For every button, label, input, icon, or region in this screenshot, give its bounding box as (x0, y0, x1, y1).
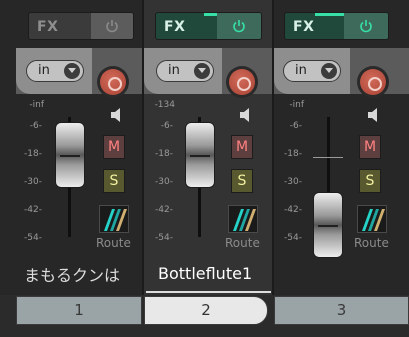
scale-label: -42- (155, 205, 173, 215)
input-select-1[interactable]: in (26, 60, 84, 82)
mute-button-1[interactable]: M (103, 135, 125, 159)
chevron-down-icon (321, 63, 337, 79)
route-button-2[interactable] (228, 205, 258, 233)
scale-label: -18- (155, 149, 173, 159)
route-label: Route (96, 236, 131, 250)
speaker-icon[interactable] (237, 105, 257, 125)
power-icon (106, 20, 118, 33)
scale-label: -inf (29, 100, 44, 110)
route-label: Route (225, 236, 260, 250)
scale-label: -30- (155, 177, 173, 187)
input-select-2[interactable]: in (156, 60, 214, 82)
scale-label: -54- (284, 233, 302, 243)
strip-divider (142, 0, 144, 295)
record-arm-button-2[interactable] (226, 66, 258, 98)
fx-label: FX (293, 19, 315, 35)
scale-label: -18- (24, 149, 42, 159)
mute-button-2[interactable]: M (231, 135, 253, 159)
scale-label: -54- (24, 233, 42, 243)
track-name-1[interactable]: まもるクンは (24, 262, 120, 286)
input-select-value: in (38, 63, 50, 78)
scale-label: -6- (29, 121, 42, 131)
speaker-icon[interactable] (108, 105, 128, 125)
record-arm-icon (360, 69, 386, 95)
fx-bypass-button[interactable] (91, 13, 133, 39)
power-icon (360, 20, 372, 33)
input-select-value: in (168, 63, 180, 78)
track-name-underline (146, 291, 271, 293)
track-number-2[interactable]: 2 (144, 296, 268, 325)
scale-label: -6- (160, 121, 173, 131)
volume-fader-3[interactable] (313, 192, 343, 258)
solo-button-3[interactable]: S (359, 169, 381, 193)
route-button-1[interactable] (99, 205, 129, 233)
scale-label: -30- (284, 177, 302, 187)
speaker-icon[interactable] (365, 105, 385, 125)
track-name-2[interactable]: Bottleflute1 (158, 264, 252, 283)
input-select-value: in (295, 63, 307, 78)
fx-label: FX (164, 19, 186, 35)
fx-button-2[interactable]: FX (155, 12, 262, 40)
fx-button-1[interactable]: FX (28, 12, 134, 40)
track-number-3[interactable]: 3 (274, 296, 409, 325)
mute-button-3[interactable]: M (359, 135, 381, 159)
scale-label: -30- (24, 177, 42, 187)
solo-button-2[interactable]: S (231, 169, 253, 193)
fx-bypass-button[interactable] (217, 13, 261, 39)
scale-label: -18- (284, 149, 302, 159)
fx-bypass-button[interactable] (344, 13, 388, 39)
power-icon (233, 20, 245, 33)
fx-label: FX (37, 19, 59, 35)
scale-label: -134 (154, 100, 175, 110)
record-arm-button-1[interactable] (97, 66, 129, 98)
fx-button-3[interactable]: FX (284, 12, 389, 40)
record-arm-icon (229, 69, 255, 95)
record-arm-icon (100, 69, 126, 95)
record-arm-button-3[interactable] (357, 66, 389, 98)
unity-gain-mark (313, 157, 343, 158)
scale-label: -54- (155, 233, 173, 243)
solo-button-1[interactable]: S (103, 169, 125, 193)
route-label: Route (354, 236, 389, 250)
track-number-1[interactable]: 1 (16, 296, 142, 325)
scale-label: -42- (284, 205, 302, 215)
chevron-down-icon (64, 63, 80, 79)
chevron-down-icon (194, 63, 210, 79)
volume-fader-2[interactable] (185, 122, 215, 188)
strip-divider (272, 0, 274, 295)
scale-label: -inf (289, 100, 304, 110)
volume-fader-1[interactable] (55, 122, 85, 188)
scale-label: -6- (289, 121, 302, 131)
input-select-3[interactable]: in (283, 60, 341, 82)
route-button-3[interactable] (357, 205, 387, 233)
scale-label: -42- (24, 205, 42, 215)
